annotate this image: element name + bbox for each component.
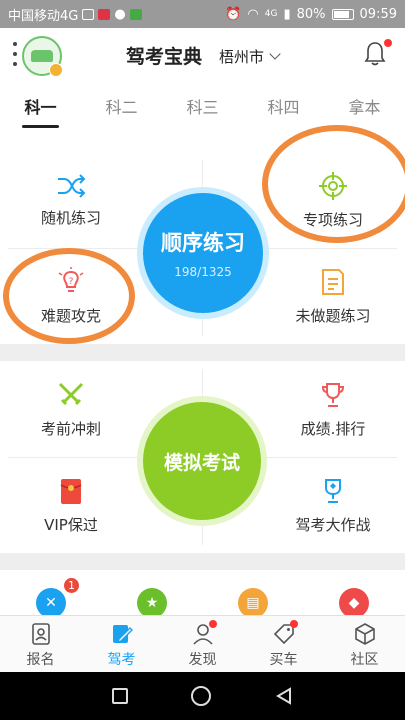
battery-percent: 80%: [296, 6, 326, 22]
sequence-practice-button[interactable]: 顺序练习 198/1325: [143, 193, 263, 313]
favorites-star-icon[interactable]: ★: [137, 588, 167, 615]
notebook-icon[interactable]: ▤: [238, 588, 268, 615]
hard-questions-label: 难题攻克: [40, 306, 101, 325]
nav-driving-test[interactable]: 驾考: [81, 616, 162, 672]
tab-subject-4[interactable]: 科四: [243, 84, 324, 128]
gem-icon[interactable]: ◆: [339, 588, 369, 615]
wifi-icon: ◠: [247, 6, 259, 22]
city-selector[interactable]: 梧州市: [219, 46, 281, 67]
alarm-icon: ⏰: [225, 6, 242, 22]
nav-buy-car[interactable]: 买车: [243, 616, 324, 672]
mistakes-icon[interactable]: ✕: [36, 588, 66, 615]
tab-subject-3[interactable]: 科三: [162, 84, 243, 128]
home-icon[interactable]: [190, 686, 211, 706]
bottom-nav: 报名 驾考 发现 买车 社区: [0, 615, 405, 672]
undone-practice-label: 未做题练习: [295, 306, 371, 325]
pencil-book-icon: [112, 625, 133, 644]
app-notification-icon-2: [129, 8, 142, 20]
app-header: 驾考宝典 梧州市: [0, 28, 405, 84]
app-notification-icon: [98, 8, 111, 20]
mistakes-count-badge: 1: [62, 576, 81, 595]
status-bar: 中国移动4G ● ⏰ ◠ 4G ▮ 80% 09:59: [0, 0, 405, 28]
ranking-label: 成绩.排行: [300, 419, 366, 438]
back-icon[interactable]: [274, 686, 294, 706]
signal-icon: ▮: [283, 6, 291, 22]
city-label: 梧州市: [219, 48, 265, 66]
avatar[interactable]: [22, 36, 63, 77]
notification-dot: [384, 39, 392, 47]
carrier-label: 中国移动4G: [8, 8, 79, 24]
mock-exam-label: 模拟考试: [163, 451, 240, 474]
status-right: ⏰ ◠ 4G ▮ 80% 09:59: [225, 7, 397, 22]
trophy-icon: [321, 382, 345, 407]
feature-strip: ✕ 1 ★ ▤ ◆: [0, 570, 405, 615]
svg-text:?: ?: [69, 277, 74, 287]
tab-subject-1[interactable]: 科一: [0, 84, 81, 128]
network-type-label: 4G: [264, 9, 278, 19]
id-card-icon: [31, 623, 50, 645]
car-icon: [31, 50, 53, 62]
mock-exam-button[interactable]: 模拟考试: [143, 402, 261, 520]
wechat-icon: ●: [114, 6, 126, 22]
battery-icon: [331, 8, 354, 20]
recents-icon[interactable]: [111, 688, 128, 704]
chevron-down-icon: [269, 48, 281, 60]
status-left: 中国移动4G ●: [8, 5, 142, 24]
clock: 09:59: [359, 6, 397, 22]
community-cube-icon: [354, 623, 375, 645]
pre-exam-sprint-label: 考前冲刺: [40, 419, 101, 438]
sim-icon: [82, 8, 95, 20]
crossed-swords-icon: [58, 382, 84, 405]
cup-icon: [325, 478, 341, 503]
tab-license[interactable]: 拿本: [324, 84, 405, 128]
notification-dot: [290, 620, 298, 628]
exam-battle-label: 驾考大作战: [295, 515, 371, 534]
tab-subject-2[interactable]: 科二: [81, 84, 162, 128]
shuffle-icon: [58, 173, 86, 198]
more-menu-icon[interactable]: [12, 42, 18, 66]
page-title: 驾考宝典: [126, 46, 203, 68]
lightbulb-icon: ?: [58, 266, 84, 292]
notification-dot: [209, 620, 217, 628]
system-nav-bar: [0, 672, 405, 720]
vip-badge-icon: [49, 63, 63, 77]
vip-pass-label: VIP保过: [44, 515, 98, 534]
nav-discover-label: 发现: [188, 652, 217, 668]
red-envelope-icon: [60, 478, 82, 504]
subject-tabs: 科一 科二 科三 科四 拿本: [0, 84, 405, 128]
nav-register[interactable]: 报名: [0, 616, 81, 672]
nav-community-label: 社区: [350, 652, 379, 668]
nav-community[interactable]: 社区: [324, 616, 405, 672]
target-icon: [319, 171, 347, 200]
sequence-progress: 198/1325: [174, 265, 232, 279]
nav-buy-car-label: 买车: [269, 652, 298, 668]
document-icon: [322, 268, 344, 295]
nav-discover[interactable]: 发现: [162, 616, 243, 672]
sequence-practice-label: 顺序练习: [161, 231, 245, 255]
random-practice-label: 随机练习: [40, 208, 101, 227]
nav-register-label: 报名: [26, 652, 55, 668]
nav-driving-test-label: 驾考: [107, 652, 136, 668]
special-practice-label: 专项练习: [302, 210, 363, 229]
tab-spacer: [0, 128, 405, 152]
